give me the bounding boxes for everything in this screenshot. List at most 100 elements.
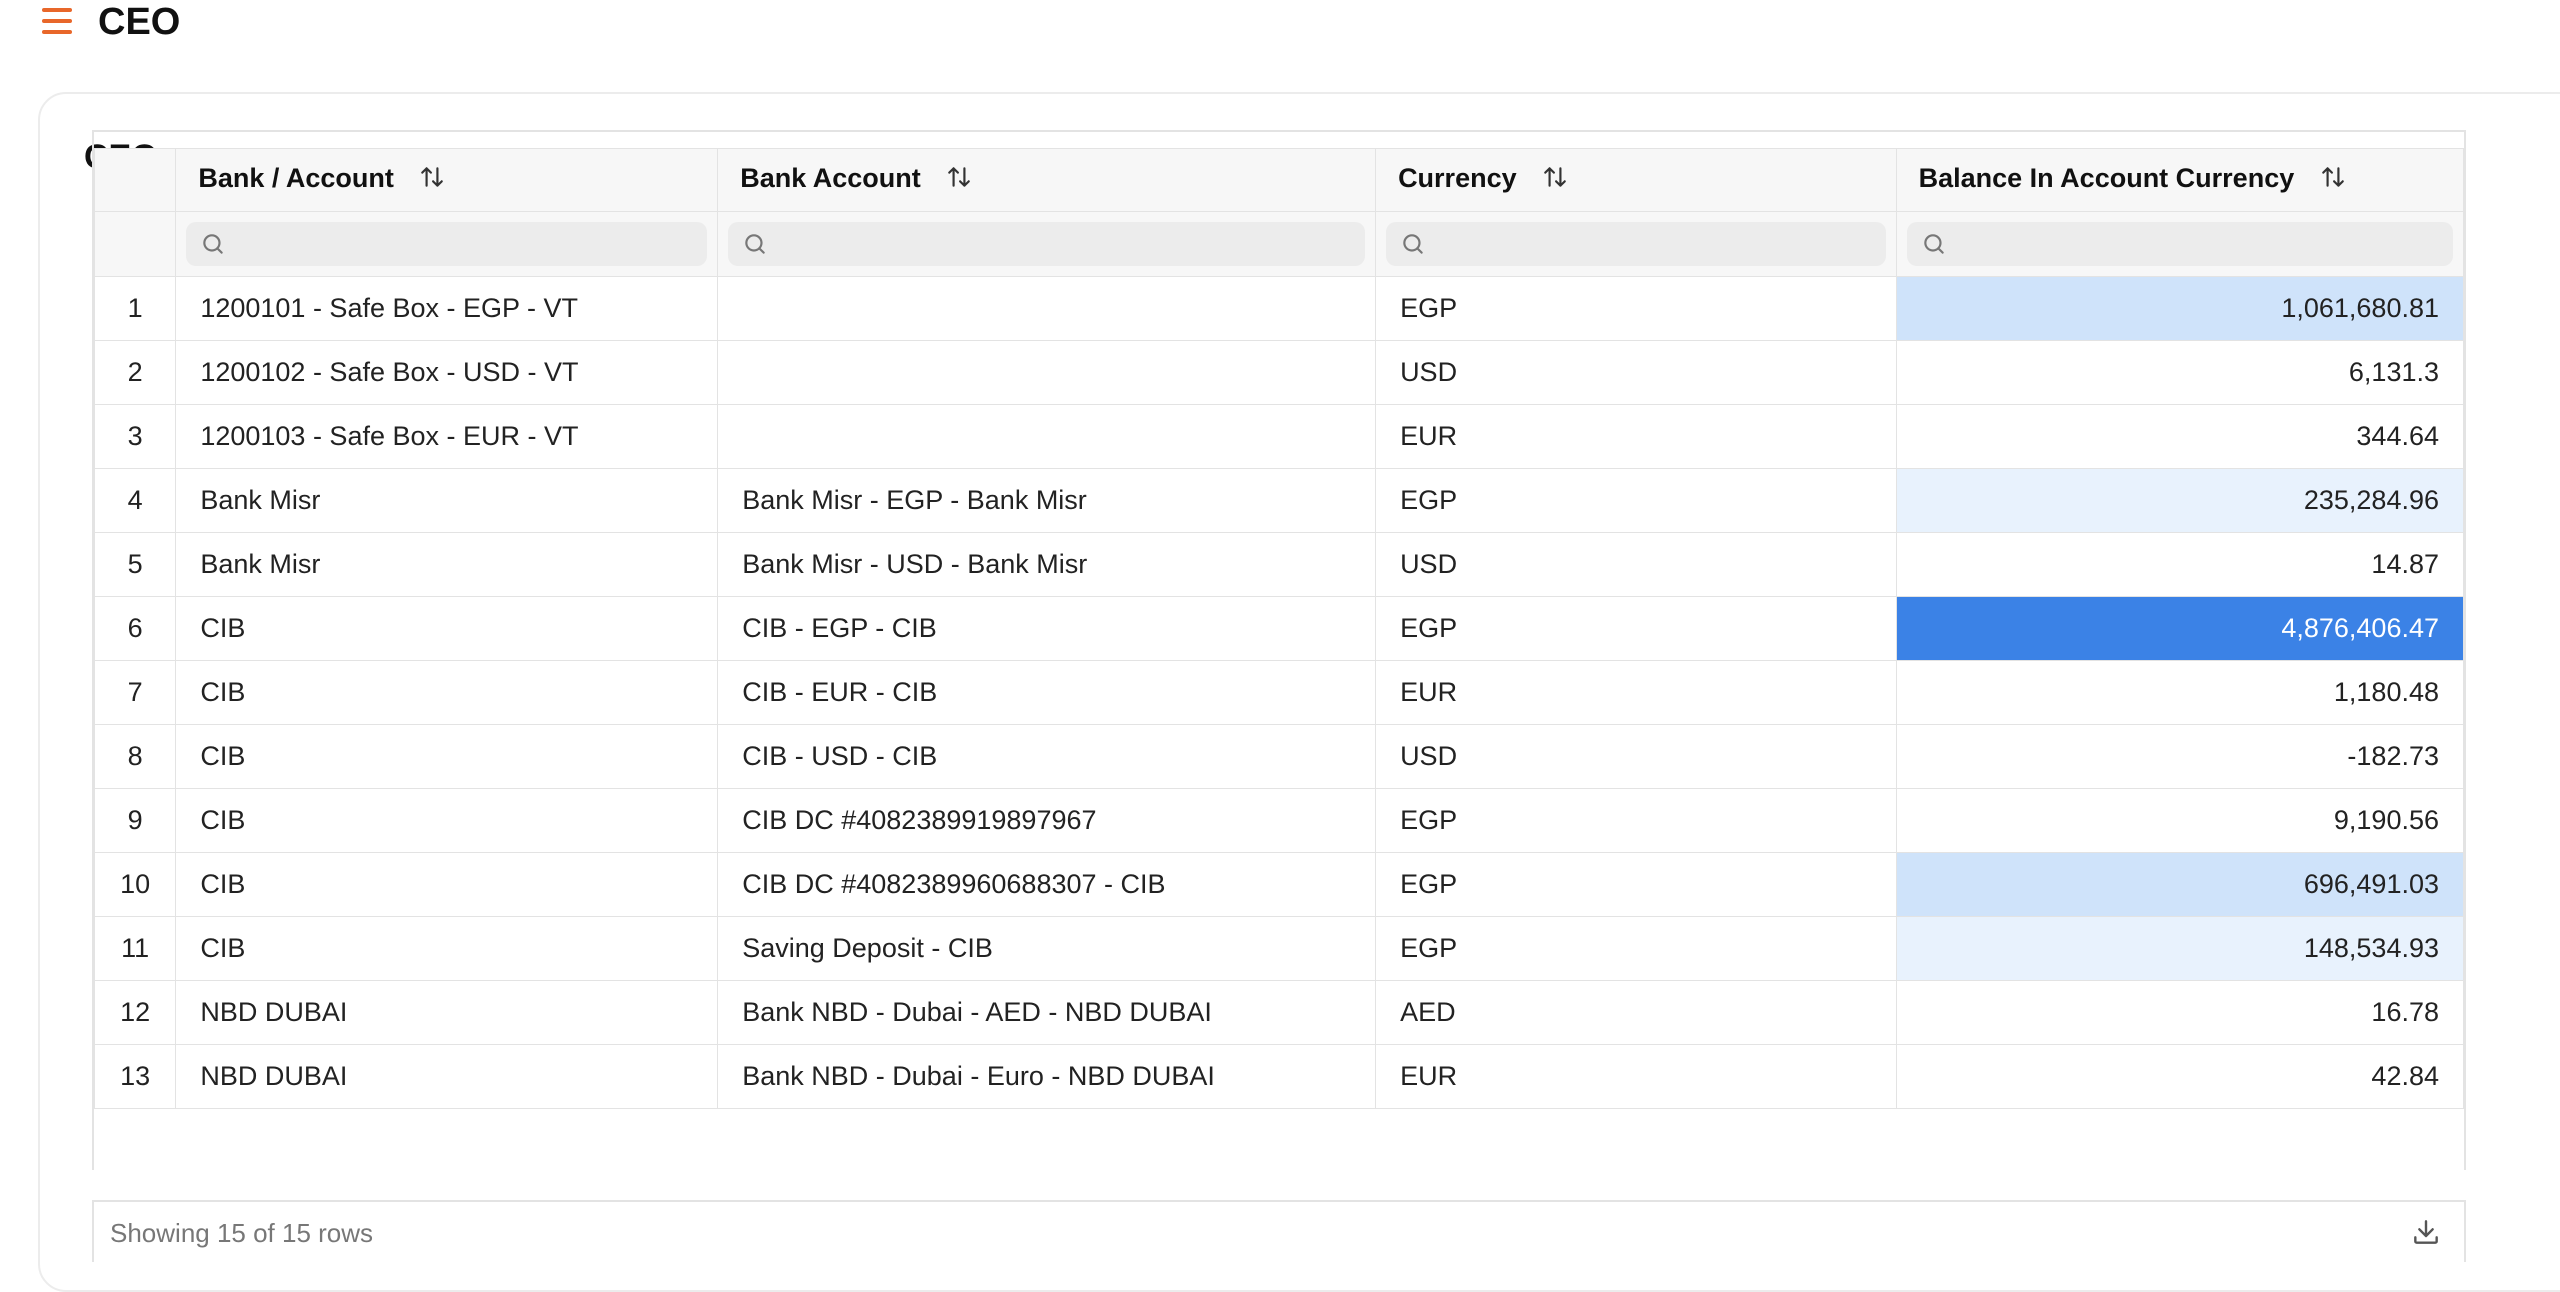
column-header-bank[interactable]: Bank / Account [175,148,719,212]
table-body: 1 1200101 - Safe Box - EGP - VT EGP 1,061,6… [94,276,2464,1109]
row-count-status: Showing 15 of 15 rows [110,1218,374,1248]
bank-account-cell: Bank Misr - EGP - Bank Misr [717,468,1377,533]
bank-cell: NBD DUBAI [175,980,719,1045]
currency-cell: EGP [1375,852,1897,917]
search-icon [1403,234,1423,254]
bank-cell: CIB [175,916,719,981]
table-row[interactable]: 6 CIB CIB - EGP - CIB EGP 4,876,406.47 [94,596,2464,661]
table-row[interactable]: 13 NBD DUBAI Bank NBD - Dubai - Euro - NBD… [94,1044,2464,1109]
filter-balance-input[interactable] [1906,222,2453,266]
filter-cell [1895,211,2464,277]
bank-account-cell [717,404,1377,469]
table-row[interactable]: 10 CIB CIB DC #4082389960688307 - CIB EGP 69… [94,852,2464,917]
bank-cell: 1200101 - Safe Box - EGP - VT [175,276,719,341]
currency-cell: EUR [1375,1044,1897,1109]
currency-cell: EGP [1375,276,1897,341]
filter-input[interactable] [1436,229,1886,259]
bank-cell: 1200102 - Safe Box - USD - VT [175,340,719,405]
row-index-cell: 8 [94,724,177,789]
filter-input[interactable] [236,229,708,259]
bank-account-cell [717,340,1377,405]
balance-cell: 148,534.93 [1895,916,2464,981]
search-icon [203,234,224,254]
page-title: CEO [98,1,181,43]
table-footer: Showing 15 of 15 rows [92,1200,2466,1262]
table-row[interactable]: 2 1200102 - Safe Box - USD - VT USD 6,131.3 [94,340,2464,405]
table-row[interactable]: 1 1200101 - Safe Box - EGP - VT EGP 1,061,6… [94,276,2464,341]
currency-cell: EGP [1375,468,1897,533]
sort-icon[interactable] [2320,164,2346,197]
filter-input[interactable] [1956,229,2453,259]
sort-icon[interactable] [946,164,972,197]
download-icon[interactable] [2410,1216,2442,1248]
balance-cell: 1,180.48 [1895,660,2464,725]
bank-cell: Bank Misr [175,532,719,597]
menu-icon[interactable] [42,6,72,36]
table-row[interactable]: 8 CIB CIB - USD - CIB USD -182.73 [94,724,2464,789]
row-index-cell: 9 [94,788,177,853]
table-row[interactable]: 5 Bank Misr Bank Misr - USD - Bank Misr USD… [94,532,2464,597]
sort-icon[interactable] [419,164,445,197]
balance-cell: 344.64 [1895,404,2464,469]
column-header-label: Balance In Account Currency [1918,163,2295,194]
row-index-cell: 4 [94,468,177,533]
row-index-cell: 1 [94,276,177,341]
bank-cell: CIB [175,660,719,725]
balance-cell: 6,131.3 [1895,340,2464,405]
column-header-currency[interactable]: Currency [1375,148,1897,212]
currency-cell: EUR [1375,404,1897,469]
row-index-cell: 12 [94,980,177,1045]
bank-cell: 1200103 - Safe Box - EUR - VT [175,404,719,469]
table-row[interactable]: 11 CIB Saving Deposit - CIB EGP 148,534.93 [94,916,2464,981]
row-index-cell: 6 [94,596,177,661]
bank-account-cell: CIB DC #4082389960688307 - CIB [717,852,1377,917]
sort-icon[interactable] [1542,164,1568,197]
top-bar: CEO [0,0,2560,48]
currency-cell: USD [1375,532,1897,597]
bank-account-cell: Bank NBD - Dubai - AED - NBD DUBAI [717,980,1377,1045]
balance-cell: 42.84 [1895,1044,2464,1109]
currency-cell: EUR [1375,660,1897,725]
balance-cell: 9,190.56 [1895,788,2464,853]
balance-cell: 1,061,680.81 [1895,276,2464,341]
search-icon [745,234,765,254]
row-index-cell: 11 [94,916,177,981]
filter-bank-account-input[interactable] [728,222,1366,266]
balance-cell: 4,876,406.47 [1895,596,2464,661]
column-header-bank-account[interactable]: Bank Account [717,148,1377,212]
currency-cell: USD [1375,724,1897,789]
table-row[interactable]: 9 CIB CIB DC #4082389919897967 EGP 9,190.56 [94,788,2464,853]
column-header-label: Bank / Account [198,163,394,194]
currency-cell: EGP [1375,788,1897,853]
table-row[interactable]: 7 CIB CIB - EUR - CIB EUR 1,180.48 [94,660,2464,725]
bank-cell: NBD DUBAI [175,1044,719,1109]
bank-cell: CIB [175,788,719,853]
bank-account-cell: CIB - USD - CIB [717,724,1377,789]
bank-cell: CIB [175,852,719,917]
row-index-cell: 7 [94,660,177,725]
column-header-balance[interactable]: Balance In Account Currency [1895,148,2464,212]
bank-account-cell: Bank NBD - Dubai - Euro - NBD DUBAI [717,1044,1377,1109]
table-row[interactable]: 12 NBD DUBAI Bank NBD - Dubai - AED - NBD … [94,980,2464,1045]
table-row[interactable]: 4 Bank Misr Bank Misr - EGP - Bank Misr EGP… [94,468,2464,533]
row-index-cell: 10 [94,852,177,917]
column-header-label: Bank Account [740,163,921,194]
bank-account-cell: Saving Deposit - CIB [717,916,1377,981]
bank-account-cell [717,276,1377,341]
bank-account-cell: CIB - EUR - CIB [717,660,1377,725]
bank-account-cell: Bank Misr - USD - Bank Misr [717,532,1377,597]
currency-cell: AED [1375,980,1897,1045]
bank-account-cell: CIB DC #4082389919897967 [717,788,1377,853]
balance-cell: 235,284.96 [1895,468,2464,533]
filter-bank-input[interactable] [186,222,708,266]
filter-currency-input[interactable] [1386,222,1886,266]
table-header-row: Bank / Account Bank Account Currency Bal… [94,148,2464,212]
filter-row [94,211,2464,277]
bank-cell: CIB [175,724,719,789]
table-row[interactable]: 3 1200103 - Safe Box - EUR - VT EUR 344.64 [94,404,2464,469]
balance-cell: 14.87 [1895,532,2464,597]
search-icon [1923,234,1944,254]
filter-cell-index [94,211,177,277]
filter-input[interactable] [778,229,1366,259]
data-table: Bank / Account Bank Account Currency Bal… [94,148,2464,1109]
